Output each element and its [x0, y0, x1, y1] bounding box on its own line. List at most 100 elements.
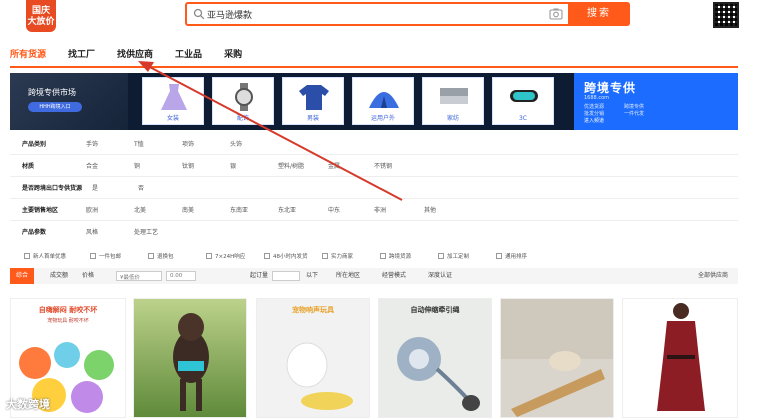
option-checkbox[interactable]: 48小时内发货 [264, 252, 308, 260]
option-checkbox[interactable]: 加工定制 [438, 252, 469, 260]
filter-option[interactable]: 手饰 [86, 139, 98, 148]
filter-option[interactable]: 钛钢 [182, 161, 194, 170]
all-suppliers-link[interactable]: 全部供应商 [698, 268, 728, 284]
sort-business-mode[interactable]: 经营模式 [382, 268, 406, 284]
option-label: 通用排序 [505, 254, 528, 260]
banner-enter-link[interactable]: 进入频道 [584, 117, 604, 124]
tab-industrial[interactable]: 工业品 [175, 48, 202, 68]
product-card[interactable]: 宠物响声玩具 [256, 298, 370, 418]
checkbox-icon [264, 253, 270, 259]
category-outdoor[interactable]: 运用户外 [352, 77, 414, 125]
sort-certification[interactable]: 深度认证 [428, 268, 452, 284]
option-checkbox[interactable]: 退换包 [148, 252, 174, 260]
filter-option[interactable]: 南美 [182, 205, 194, 214]
option-label: 7×24H响应 [215, 254, 246, 260]
category-label: 男装 [306, 115, 319, 122]
tab-find-factory[interactable]: 找工厂 [68, 48, 95, 68]
price-min-placeholder: ¥最低价 [120, 275, 140, 281]
filter-option[interactable]: 不锈钢 [374, 161, 392, 170]
banner-right-line: 优选货源 [584, 104, 605, 110]
logo-line-2: 大放价 [27, 17, 55, 27]
banner-right-line: 一件代发 [624, 111, 645, 117]
filter-dropdown-process[interactable]: 处理工艺 [134, 227, 158, 236]
divider [10, 154, 738, 155]
filter-option[interactable]: 否 [138, 183, 144, 192]
category-3c[interactable]: 3C [492, 77, 554, 125]
option-label: 退换包 [157, 254, 174, 260]
option-checkbox[interactable]: 跨境货源 [380, 252, 411, 260]
goggles-icon [510, 90, 538, 102]
filter-option[interactable]: 东北亚 [278, 205, 296, 214]
filter-option[interactable]: 项饰 [182, 139, 194, 148]
product-card[interactable] [133, 298, 247, 418]
option-checkbox[interactable]: 7×24H响应 [206, 252, 245, 260]
page-root: 国庆 大放价 搜索 所有货源 找工厂 找供应商 工业品 采购 跨境专供市场 HH… [0, 0, 763, 418]
checkbox-icon [438, 253, 444, 259]
category-label: 3C [518, 115, 527, 122]
filter-option[interactable]: 中东 [328, 205, 340, 214]
sort-price[interactable]: 价格 [82, 268, 94, 284]
filter-option[interactable]: 其他 [424, 205, 436, 214]
camera-icon[interactable] [549, 7, 563, 21]
tab-purchase[interactable]: 采购 [224, 48, 242, 68]
banner-right-line: 跨境专供 [624, 104, 645, 110]
category-womens-clothing[interactable]: 女装 [142, 77, 204, 125]
filter-option[interactable]: 东南亚 [230, 205, 248, 214]
product-card[interactable] [500, 298, 614, 418]
search-button[interactable]: 搜索 [568, 2, 630, 26]
price-max-input[interactable]: 0.00 [166, 271, 196, 281]
filter-option[interactable]: 合金 [86, 161, 98, 170]
price-min-input[interactable]: ¥最低价 [116, 271, 162, 281]
filter-option[interactable]: 北美 [134, 205, 146, 214]
banner-left-pill[interactable]: HHH跨境入口 [28, 102, 82, 112]
product-title: 宠物响声玩具 [292, 306, 334, 314]
filter-row-category: 产品类别 手饰 T恤 项饰 头饰 [10, 136, 738, 152]
option-checkbox[interactable]: 通用排序 [496, 252, 527, 260]
category-accessories[interactable]: 配饰 [212, 77, 274, 125]
checkbox-icon [496, 253, 502, 259]
checkbox-icon [206, 253, 212, 259]
option-label: 48小时内发货 [273, 254, 308, 260]
filter-key: 产品类别 [22, 141, 47, 148]
category-mens-clothing[interactable]: 男装 [282, 77, 344, 125]
option-checkbox[interactable]: 一件包邮 [90, 252, 121, 260]
banner-right[interactable]: 跨境专供 1688.com 优选货源 跨境专供 批发分销 一件代发 进入频道 [574, 73, 738, 130]
filter-key: 产品参数 [22, 229, 47, 236]
sort-volume[interactable]: 成交额 [50, 268, 68, 284]
checkbox-icon [24, 253, 30, 259]
banner-categories: 女装 配饰 男装 运用户外 家纺 3C [128, 73, 574, 130]
sort-default[interactable]: 综合 [10, 268, 35, 284]
filter-option[interactable]: T恤 [134, 139, 144, 148]
product-card[interactable] [622, 298, 738, 418]
filter-option[interactable]: 是 [92, 183, 98, 192]
tab-find-supplier[interactable]: 找供应商 [117, 48, 153, 68]
search-input[interactable] [207, 5, 527, 23]
option-checkbox[interactable]: 新人首单优惠 [24, 252, 66, 260]
filter-row-params: 产品参数 风格 处理工艺 [10, 224, 738, 240]
service-options: 新人首单优惠 一件包邮 退换包 7×24H响应 48小时内发货 实力商家 跨境货… [10, 250, 738, 264]
filter-option[interactable]: 欧洲 [86, 205, 98, 214]
tab-all-sources[interactable]: 所有货源 [10, 48, 46, 68]
cross-border-banner[interactable]: 跨境专供市场 HHH跨境入口 女装 配饰 男装 运用户外 家纺 3C 跨境专供 … [10, 73, 738, 130]
logo-line-1: 国庆 [31, 6, 50, 16]
filter-option[interactable]: 头饰 [230, 139, 242, 148]
moq-input[interactable] [272, 271, 300, 281]
filter-option[interactable]: 金属 [328, 161, 340, 170]
category-home-textile[interactable]: 家纺 [422, 77, 484, 125]
filter-row-region: 主要销售地区 欧洲 北美 南美 东南亚 东北亚 中东 非洲 其他 [10, 202, 738, 218]
site-logo[interactable]: 国庆 大放价 [26, 0, 56, 32]
option-checkbox[interactable]: 实力商家 [322, 252, 353, 260]
qr-code [713, 2, 739, 28]
filter-option[interactable]: 银 [230, 161, 236, 170]
product-card[interactable]: 自动伸缩牵引绳 [378, 298, 492, 418]
sort-region[interactable]: 所在地区 [336, 268, 360, 284]
filter-option[interactable]: 塑料/树脂 [278, 161, 304, 170]
filter-option[interactable]: 非洲 [374, 205, 386, 214]
option-label: 一件包邮 [99, 254, 122, 260]
tshirt-icon [299, 85, 329, 110]
filter-dropdown-style[interactable]: 风格 [86, 227, 98, 236]
product-image [397, 337, 480, 411]
filter-option[interactable]: 铜 [134, 161, 140, 170]
category-label: 女装 [166, 115, 179, 122]
dress-icon [161, 84, 187, 110]
